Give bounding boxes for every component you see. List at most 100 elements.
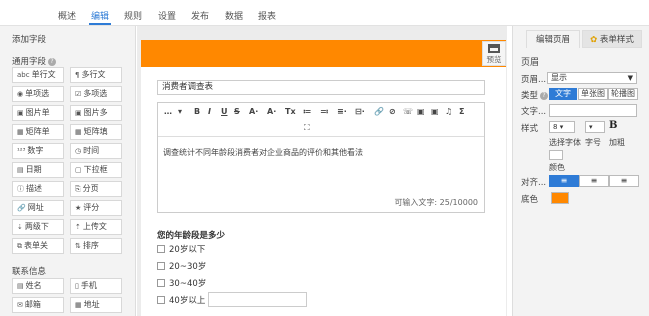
field-multi-choice[interactable]: ☑ 多项选 — [70, 86, 122, 102]
image-icon: ▣ — [17, 109, 24, 117]
checkbox — [157, 296, 165, 304]
option-20-30[interactable]: 20~30岁 — [157, 260, 206, 272]
tab-form-style[interactable]: ✿ 表单样式 — [582, 30, 642, 48]
more-icon[interactable]: … — [164, 107, 172, 116]
field-name[interactable]: ▤ 姓名 — [12, 278, 64, 294]
field-url[interactable]: 🔗 网址 — [12, 200, 64, 216]
info-icon: ⓘ — [17, 185, 24, 193]
image-icon[interactable]: ▣ — [417, 107, 425, 116]
strikethrough-icon[interactable]: S — [234, 107, 240, 116]
tab-publish[interactable]: 发布 — [191, 9, 209, 22]
background-color-swatch[interactable] — [551, 192, 569, 204]
grid-icon: ▦ — [17, 128, 24, 136]
type-text-option[interactable]: 文字 — [549, 88, 577, 100]
mail-icon: ✉ — [17, 301, 23, 309]
field-date[interactable]: ▤ 日期 — [12, 162, 64, 178]
field-multi-line[interactable]: ¶ 多行文 — [70, 67, 122, 83]
form-title-input[interactable]: 消费者调查表 — [157, 80, 485, 95]
calendar-icon: ▤ — [17, 166, 24, 174]
underline-icon[interactable]: U — [221, 107, 228, 116]
tab-overview[interactable]: 概述 — [58, 9, 76, 22]
option-under-20[interactable]: 20岁以下 — [157, 243, 205, 255]
header-section-title: 页眉 — [521, 58, 540, 68]
align-right-button[interactable]: ≡ — [609, 175, 639, 187]
bold-icon[interactable]: B — [194, 107, 200, 116]
link-icon[interactable]: 🔗 — [374, 107, 384, 116]
tab-reports[interactable]: 报表 — [258, 9, 276, 22]
background-label: 底色 — [521, 195, 539, 205]
header-text-input[interactable] — [549, 104, 637, 117]
description-editor[interactable]: … ▾ B I U S A· A· Tx ≔ ≕ ≡· ⊟· 🔗 ⊘ ☏ ▣ ▣… — [157, 102, 485, 213]
formula-icon[interactable]: Σ — [459, 107, 464, 116]
ordered-list-icon[interactable]: ≔ — [303, 107, 312, 116]
unlink-icon[interactable]: ⊘ — [389, 107, 396, 116]
palette-icon: ✿ — [590, 35, 598, 45]
field-rating[interactable]: ★ 评分 — [70, 200, 122, 216]
line-height-icon[interactable]: ≡· — [337, 107, 347, 116]
field-description[interactable]: ⓘ 描述 — [12, 181, 64, 197]
type-label: 类型? — [521, 89, 549, 101]
video-icon[interactable]: ▣ — [431, 107, 439, 116]
fullscreen-icon[interactable]: ⛶ — [304, 123, 310, 133]
text-color-picker[interactable] — [549, 150, 563, 160]
id-card-icon: ▤ — [17, 282, 24, 290]
paragraph-icon: ¶ — [75, 71, 80, 79]
option-30-40[interactable]: 30~40岁 — [157, 277, 206, 289]
clear-format-icon[interactable]: Tx — [285, 107, 296, 116]
font-color-icon[interactable]: A· — [249, 107, 258, 116]
field-matrix-fill[interactable]: ▦ 矩阵填 — [70, 124, 122, 140]
highlight-color-icon[interactable]: A· — [267, 107, 276, 116]
tab-settings[interactable]: 设置 — [158, 9, 176, 22]
properties-panel — [512, 26, 649, 316]
italic-icon[interactable]: I — [208, 107, 211, 116]
tab-edit-header[interactable]: 编辑页眉 — [526, 30, 580, 48]
field-phone[interactable]: ▯ 手机 — [70, 278, 122, 294]
font-size-select[interactable]: ▾ — [585, 121, 605, 133]
image-icon: ▣ — [75, 109, 82, 117]
field-matrix-single[interactable]: ▦ 矩阵单 — [12, 124, 64, 140]
music-icon[interactable]: ♫ — [445, 107, 452, 116]
font-family-select[interactable]: 8 ▾ — [549, 121, 575, 133]
header-display-select[interactable]: 显示 ▼ — [547, 72, 637, 84]
align-icon[interactable]: ⊟· — [355, 107, 365, 116]
tab-edit[interactable]: 编辑 — [91, 9, 109, 22]
field-image-multi[interactable]: ▣ 图片多 — [70, 105, 122, 121]
align-center-button[interactable]: ≡ — [579, 175, 609, 187]
star-icon: ★ — [75, 204, 82, 212]
field-cascade-dropdown[interactable]: ⇣ 两级下 — [12, 219, 64, 235]
field-file-upload[interactable]: ⇡ 上传文 — [70, 219, 122, 235]
unordered-list-icon[interactable]: ≕ — [320, 107, 329, 116]
form-header-banner[interactable] — [141, 40, 506, 67]
description-text: 调查统计不同年龄段消费者对企业商品的评价和其他看法 — [163, 148, 363, 157]
other-text-input[interactable] — [208, 292, 307, 307]
option-over-40[interactable]: 40岁以上 — [157, 294, 205, 306]
bold-toggle[interactable]: B — [609, 120, 617, 131]
field-single-line[interactable]: abc 单行文 — [12, 67, 64, 83]
grid-icon: ▦ — [75, 128, 82, 136]
field-pagination[interactable]: ⎘ 分页 — [70, 181, 122, 197]
field-sort[interactable]: ⇅ 排序 — [70, 238, 122, 254]
header-display-label: 页眉... — [521, 75, 547, 85]
checkbox — [157, 262, 165, 270]
tab-rules[interactable]: 规则 — [124, 9, 142, 22]
cascade-icon: ⇣ — [17, 223, 23, 231]
chevron-down-icon[interactable]: ▾ — [178, 107, 182, 116]
preview-button[interactable]: 预览 — [482, 41, 506, 66]
field-time[interactable]: ◷ 时间 — [70, 143, 122, 159]
field-single-choice[interactable]: ◉ 单项选 — [12, 86, 64, 102]
field-image-single[interactable]: ▣ 图片单 — [12, 105, 64, 121]
field-form-relation[interactable]: ⧉ 表单关 — [12, 238, 64, 254]
align-left-button[interactable]: ≡ — [549, 175, 579, 187]
char-counter: 可输入文字: 25/10000 — [394, 198, 478, 207]
question-title: 您的年龄段是多少 — [157, 231, 226, 241]
field-dropdown[interactable]: ▢ 下拉框 — [70, 162, 122, 178]
checkbox — [157, 279, 165, 287]
tab-data[interactable]: 数据 — [225, 9, 243, 22]
type-carousel-option[interactable]: 轮播图 — [608, 88, 638, 100]
number-icon: ¹²³ — [17, 147, 26, 155]
field-address[interactable]: ▦ 地址 — [70, 297, 122, 313]
type-single-image-option[interactable]: 单张图 — [578, 88, 608, 100]
field-number[interactable]: ¹²³ 数字 — [12, 143, 64, 159]
field-email[interactable]: ✉ 邮箱 — [12, 297, 64, 313]
phone-icon[interactable]: ☏ — [403, 107, 413, 116]
